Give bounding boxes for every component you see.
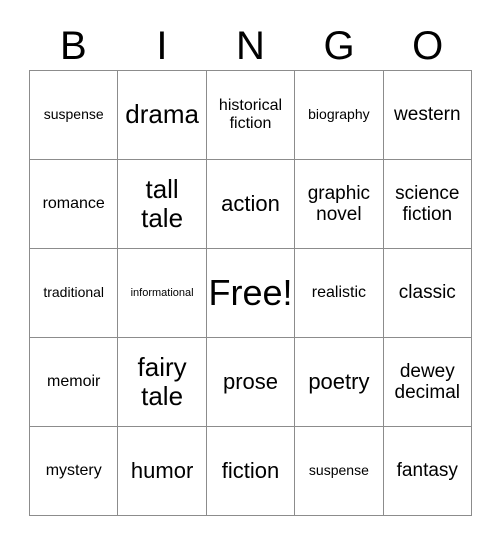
- bingo-cell-label: suspense: [308, 462, 369, 479]
- bingo-cell-label: dewey decimal: [394, 360, 461, 403]
- bingo-cell[interactable]: action: [206, 160, 296, 249]
- bingo-cell[interactable]: fiction: [206, 427, 296, 516]
- bingo-cell[interactable]: western: [383, 71, 472, 160]
- bingo-cell[interactable]: tall tale: [118, 160, 207, 249]
- bingo-free-label: Free!: [208, 271, 293, 313]
- bingo-cell-label: graphic novel: [307, 182, 371, 225]
- bingo-cell-label: tall tale: [141, 173, 184, 233]
- bingo-cell-label: humor: [130, 457, 194, 483]
- bingo-free-cell[interactable]: Free!: [206, 249, 296, 338]
- bingo-cell[interactable]: graphic novel: [295, 160, 384, 249]
- bingo-cell-label: realistic: [311, 284, 366, 302]
- bingo-cell[interactable]: fantasy: [383, 427, 472, 516]
- bingo-cell[interactable]: suspense: [30, 71, 119, 160]
- bingo-cell-label: fairy tale: [137, 351, 187, 411]
- bingo-cell-label: poetry: [308, 368, 370, 394]
- bingo-cell-label: science fiction: [395, 182, 460, 225]
- bingo-cell[interactable]: drama: [118, 71, 207, 160]
- bingo-cell[interactable]: memoir: [30, 338, 119, 427]
- bingo-header-letter-n: N: [236, 24, 265, 68]
- bingo-header-letter-g: G: [323, 24, 355, 68]
- bingo-cell-label: biography: [308, 106, 370, 123]
- bingo-grid: suspense drama historical fiction biogra…: [29, 70, 472, 516]
- bingo-cell-label: memoir: [47, 373, 101, 391]
- bingo-cell[interactable]: classic: [383, 249, 472, 338]
- bingo-cell-label: fantasy: [396, 460, 458, 482]
- bingo-header-letter-o: O: [412, 24, 444, 68]
- bingo-cell[interactable]: biography: [295, 71, 384, 160]
- bingo-cell[interactable]: historical fiction: [206, 71, 296, 160]
- bingo-cell[interactable]: romance: [30, 160, 119, 249]
- bingo-cell-label: informational: [130, 286, 194, 299]
- bingo-cell-label: traditional: [43, 284, 105, 301]
- bingo-cell[interactable]: realistic: [295, 249, 384, 338]
- bingo-cell[interactable]: prose: [206, 338, 296, 427]
- bingo-cell[interactable]: humor: [118, 427, 207, 516]
- bingo-cell[interactable]: traditional: [30, 249, 119, 338]
- bingo-cell-label: action: [221, 190, 280, 216]
- bingo-cell[interactable]: informational: [118, 249, 207, 338]
- bingo-header-letter-i: I: [156, 24, 168, 68]
- bingo-cell[interactable]: science fiction: [383, 160, 472, 249]
- bingo-header-letter-b: B: [59, 24, 87, 68]
- bingo-cell[interactable]: mystery: [30, 427, 119, 516]
- bingo-cell[interactable]: suspense: [295, 427, 384, 516]
- bingo-cell-label: mystery: [45, 462, 102, 480]
- bingo-cell[interactable]: fairy tale: [118, 338, 207, 427]
- bingo-cell-label: historical fiction: [218, 97, 283, 132]
- bingo-cell-label: classic: [398, 282, 456, 304]
- bingo-cell-label: western: [394, 104, 461, 126]
- bingo-cell-label: prose: [222, 368, 279, 394]
- bingo-card: B I N G O suspense drama historical fict…: [0, 0, 500, 544]
- bingo-cell-label: romance: [42, 195, 105, 213]
- bingo-header-row: B I N G O: [29, 22, 472, 70]
- bingo-cell-label: fiction: [221, 457, 280, 483]
- bingo-cell[interactable]: poetry: [295, 338, 384, 427]
- bingo-cell[interactable]: dewey decimal: [383, 338, 472, 427]
- bingo-cell-label: drama: [125, 99, 199, 130]
- bingo-cell-label: suspense: [43, 106, 104, 123]
